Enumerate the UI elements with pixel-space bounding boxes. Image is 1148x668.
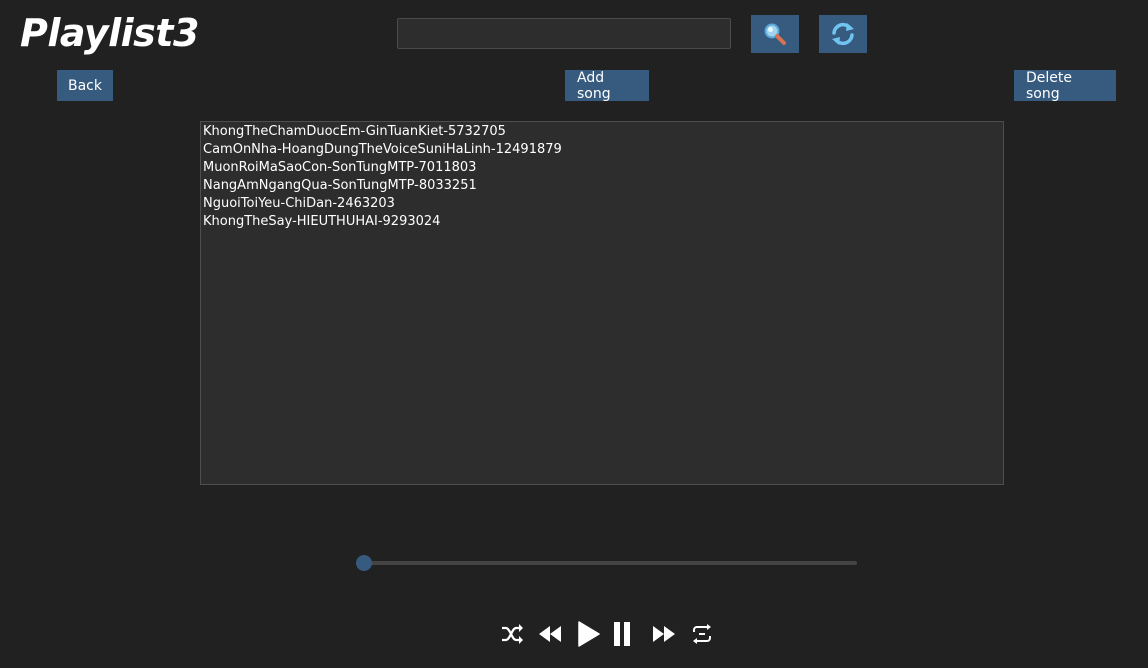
delete-song-button[interactable]: Delete song <box>1014 70 1116 102</box>
play-button[interactable] <box>574 620 602 648</box>
search-input[interactable] <box>397 18 731 49</box>
back-button[interactable]: Back <box>57 70 113 101</box>
magnifier-icon <box>764 23 786 45</box>
song-list[interactable]: KhongTheChamDuocEm-GinTuanKiet-5732705 C… <box>200 121 1004 485</box>
list-item[interactable]: MuonRoiMaSaoCon-SonTungMTP-7011803 <box>202 159 1002 177</box>
repeat-button[interactable] <box>688 620 716 648</box>
refresh-icon <box>832 22 854 46</box>
list-item[interactable]: NangAmNgangQua-SonTungMTP-8033251 <box>202 177 1002 195</box>
play-icon <box>578 621 600 647</box>
list-item[interactable]: KhongTheSay-HIEUTHUHAI-9293024 <box>202 213 1002 231</box>
rewind-button[interactable] <box>536 620 564 648</box>
shuffle-button[interactable] <box>498 620 526 648</box>
rewind-icon <box>539 626 561 642</box>
add-song-button[interactable]: Add song <box>565 70 649 102</box>
progress-slider-thumb[interactable] <box>356 555 372 571</box>
list-item[interactable]: KhongTheChamDuocEm-GinTuanKiet-5732705 <box>202 123 1002 141</box>
refresh-button[interactable] <box>819 15 867 53</box>
list-item[interactable]: CamOnNha-HoangDungTheVoiceSuniHaLinh-124… <box>202 141 1002 159</box>
pause-button[interactable] <box>608 620 636 648</box>
pause-icon <box>614 622 630 646</box>
page-title: Playlist3 <box>20 11 199 55</box>
progress-slider-track[interactable] <box>364 561 857 565</box>
fast-forward-button[interactable] <box>650 620 678 648</box>
repeat-icon <box>693 624 711 644</box>
shuffle-icon <box>502 624 523 644</box>
search-button[interactable] <box>751 15 799 53</box>
list-item[interactable]: NguoiToiYeu-ChiDan-2463203 <box>202 195 1002 213</box>
fast-forward-icon <box>653 626 675 642</box>
